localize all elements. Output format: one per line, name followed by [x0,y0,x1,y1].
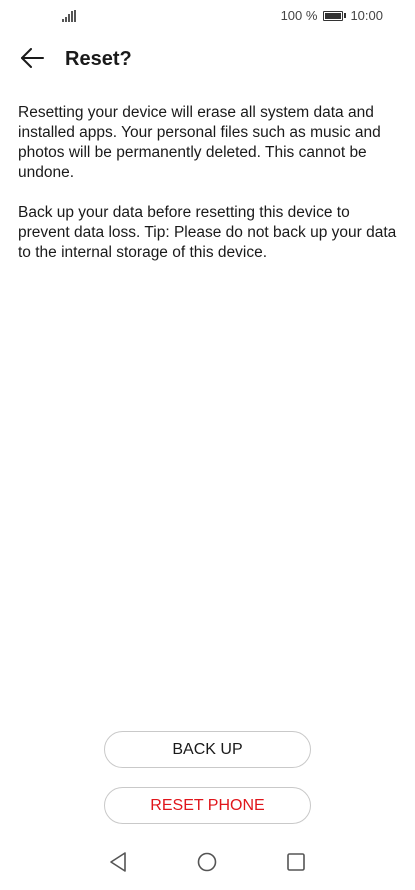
page-title: Reset? [65,48,132,70]
status-bar: 100 % 10:00 [0,0,415,32]
reset-screen: 100 % 10:00 Reset? Resetting your device… [0,0,415,890]
back-up-button[interactable]: BACK UP [104,731,311,768]
nav-recents-button[interactable] [284,852,308,876]
battery-percent: 100 % [280,8,318,23]
square-recents-icon [287,852,305,876]
signal-bars-icon [62,9,76,22]
warning-paragraph: Resetting your device will erase all sys… [18,104,381,181]
reset-description: Resetting your device will erase all sys… [18,103,398,283]
battery-full-icon [323,10,347,21]
reset-phone-button[interactable]: RESET PHONE [104,787,311,824]
status-right: 100 % 10:00 [281,8,383,23]
header: Reset? [0,40,415,80]
back-button[interactable] [18,47,46,73]
backup-tip-paragraph: Back up your data before resetting this … [18,204,397,261]
circle-home-icon [197,852,217,877]
arrow-left-icon [20,47,44,73]
nav-back-button[interactable] [106,851,130,877]
nav-home-button[interactable] [195,852,219,876]
navigation-bar [0,840,415,890]
clock: 10:00 [350,8,383,23]
triangle-back-icon [109,851,127,877]
